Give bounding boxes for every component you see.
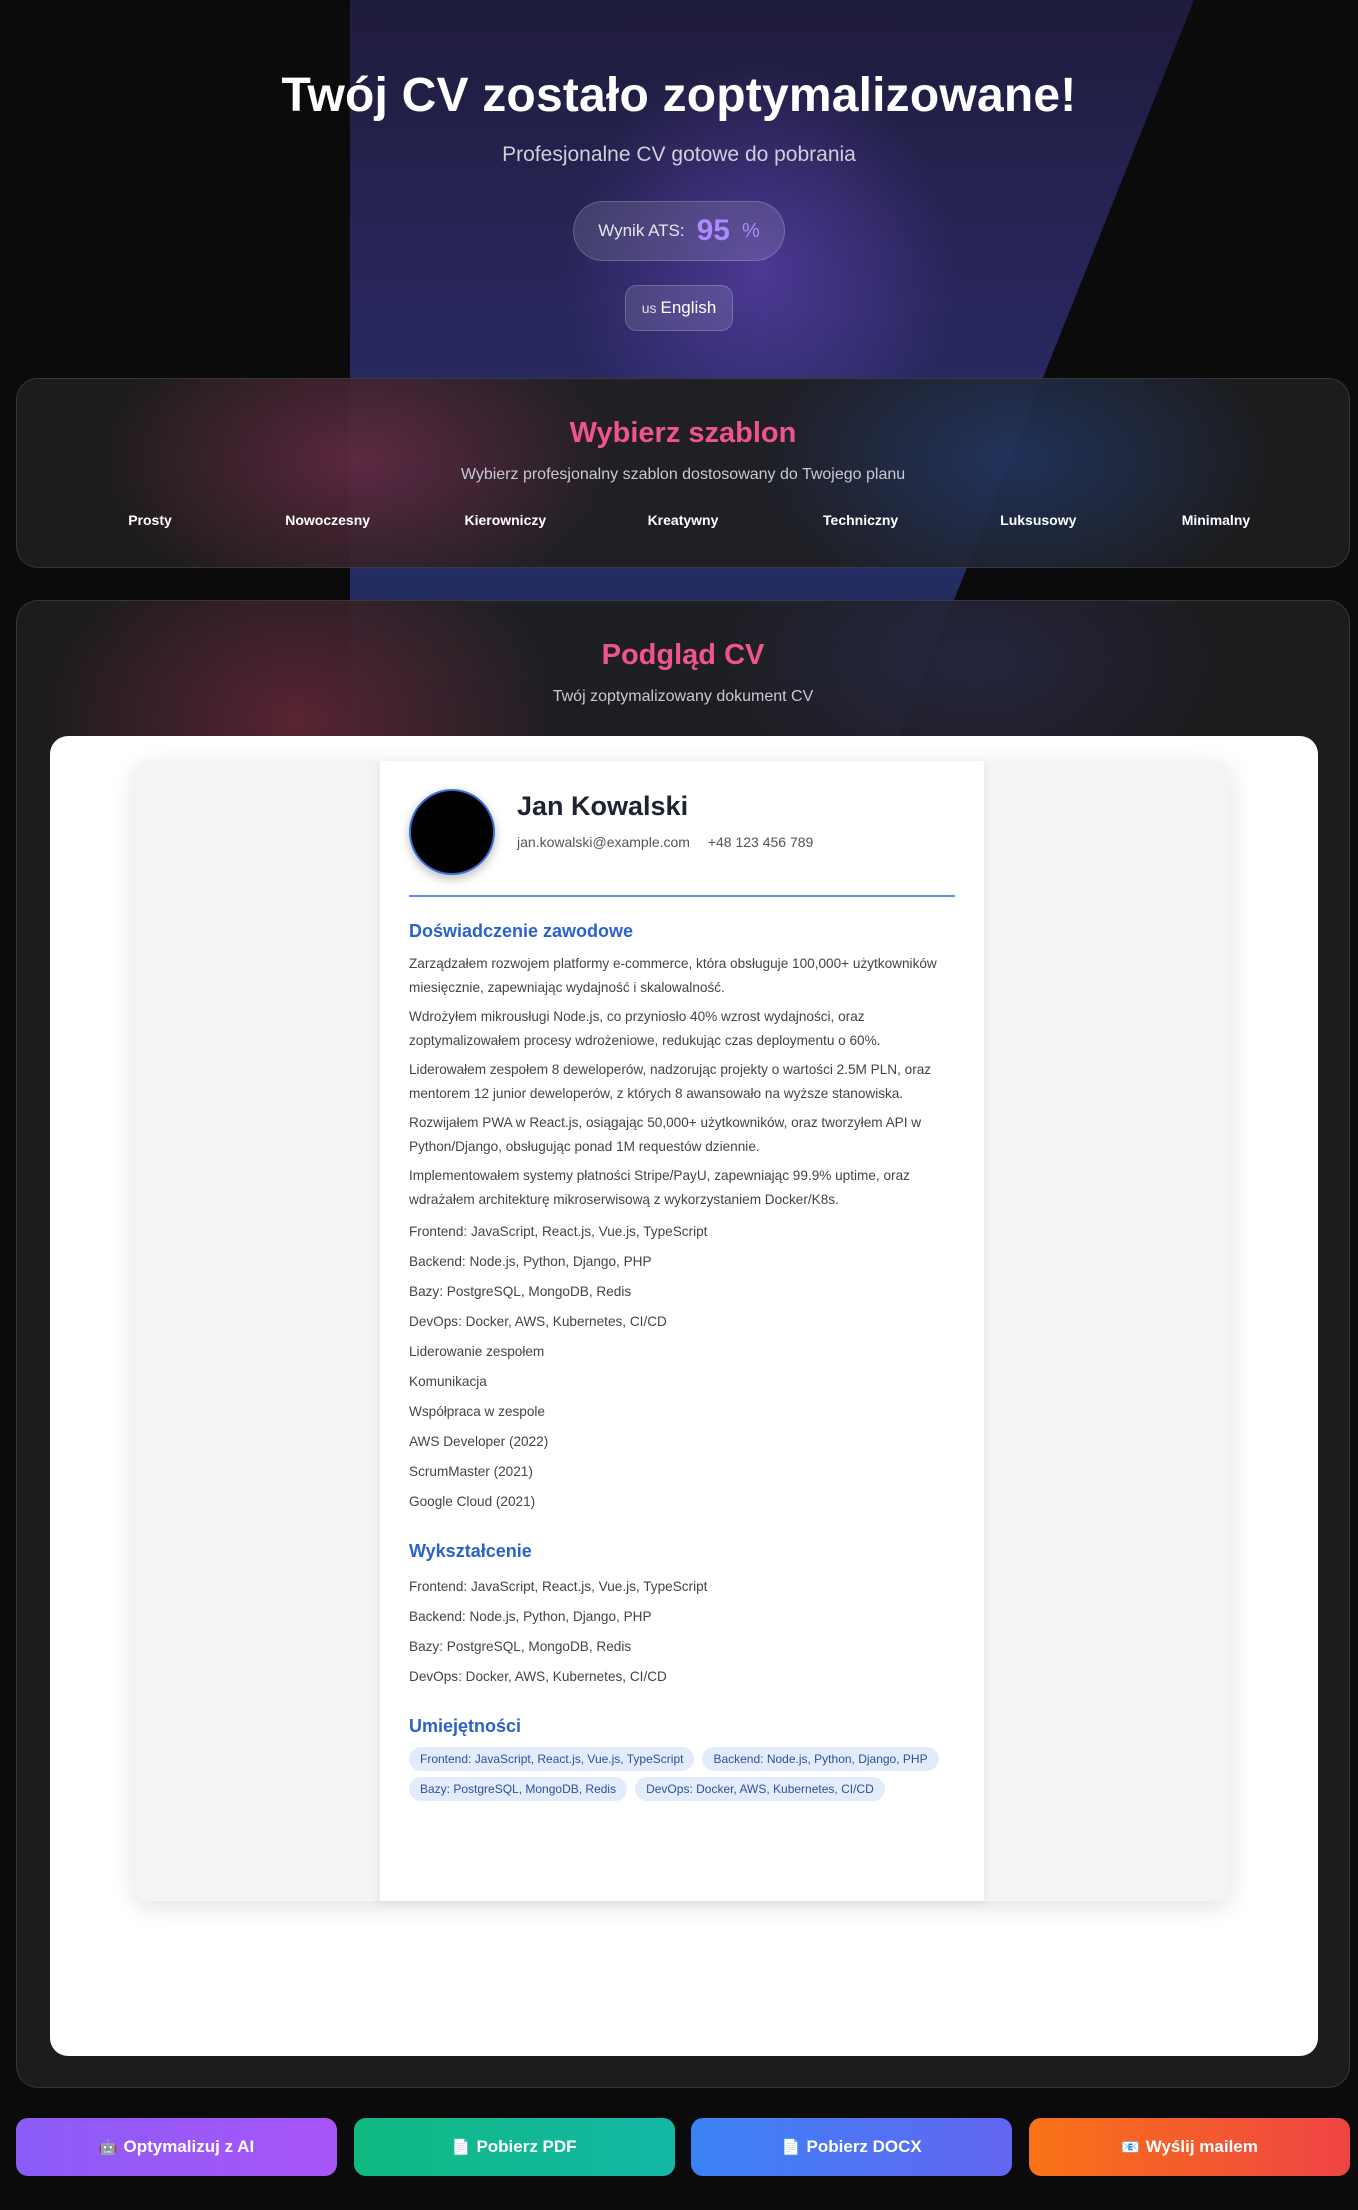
robot-icon: 🤖: [98, 2139, 118, 2156]
document-viewer[interactable]: Jan Kowalski jan.kowalski@example.com +4…: [50, 736, 1318, 2056]
experience-item: Implementowałem systemy płatności Stripe…: [409, 1168, 910, 1207]
experience-line: AWS Developer (2022): [409, 1434, 549, 1449]
template-prosty[interactable]: Prosty: [75, 512, 225, 528]
template-minimalny[interactable]: Minimalny: [1141, 512, 1291, 528]
us-flag-icon: us: [641, 300, 657, 316]
document-icon: 📄: [781, 2139, 801, 2156]
templates-title: Wybierz szablon: [569, 417, 797, 449]
page-title: Twój CV zostało zoptymalizowane!: [281, 69, 1077, 122]
send-email-label: Wyślij mailem: [1145, 2137, 1258, 2156]
experience-line: Liderowanie zespołem: [409, 1344, 545, 1359]
education-line: Bazy: PostgreSQL, MongoDB, Redis: [409, 1639, 632, 1654]
skills-heading: Umiejętności: [409, 1716, 522, 1736]
page-subtitle: Profesjonalne CV gotowe do pobrania: [502, 143, 856, 166]
cv-contact: jan.kowalski@example.com +48 123 456 789: [517, 834, 813, 850]
cv-divider: [409, 895, 955, 897]
template-list: Prosty Nowoczesny Kierowniczy Kreatywny …: [17, 512, 1349, 528]
skill-tag: Frontend: JavaScript, React.js, Vue.js, …: [409, 1747, 695, 1771]
language-button[interactable]: us English: [624, 285, 734, 331]
template-nowoczesny[interactable]: Nowoczesny: [253, 512, 403, 528]
ats-label: Wynik ATS:: [598, 221, 685, 240]
experience-line: Bazy: PostgreSQL, MongoDB, Redis: [409, 1284, 632, 1299]
experience-line: Współpraca w zespole: [409, 1404, 545, 1419]
templates-subtitle: Wybierz profesjonalny szablon dostosowan…: [460, 466, 906, 483]
optimize-ai-label: Optymalizuj z AI: [123, 2137, 255, 2156]
hero: Twój CV zostało zoptymalizowane! Profesj…: [0, 0, 1358, 331]
ats-unit: %: [742, 219, 760, 242]
experience-item: Liderowałem zespołem 8 deweloperów, nadz…: [409, 1062, 932, 1101]
skill-tag: DevOps: Docker, AWS, Kubernetes, CI/CD: [635, 1777, 885, 1801]
ats-score: 95: [696, 214, 730, 247]
skills-tags: Frontend: JavaScript, React.js, Vue.js, …: [409, 1747, 949, 1801]
download-docx-button[interactable]: 📄 Pobierz DOCX: [691, 2118, 1013, 2176]
cv-page: Jan Kowalski jan.kowalski@example.com +4…: [380, 761, 984, 1901]
send-email-button[interactable]: 📧 Wyślij mailem: [1028, 2118, 1350, 2176]
experience-line: Komunikacja: [409, 1374, 487, 1389]
experience-heading: Doświadczenie zawodowe: [409, 921, 634, 941]
cv-preview-card: Podgląd CV Twój zoptymalizowany dokument…: [16, 600, 1350, 2088]
template-kreatywny[interactable]: Kreatywny: [608, 512, 758, 528]
skill-tag: Backend: Node.js, Python, Django, PHP: [702, 1747, 939, 1771]
education-line: Backend: Node.js, Python, Django, PHP: [409, 1609, 652, 1624]
experience-line: Google Cloud (2021): [409, 1494, 536, 1509]
action-bar: 🤖 Optymalizuj z AI 📄 Pobierz PDF 📄 Pobie…: [16, 2118, 1350, 2176]
cv-header: Jan Kowalski jan.kowalski@example.com +4…: [409, 789, 955, 875]
education-heading: Wykształcenie: [409, 1541, 532, 1561]
experience-item: Wdrożyłem mikrousługi Node.js, co przyni…: [409, 1009, 881, 1048]
skill-tag: Bazy: PostgreSQL, MongoDB, Redis: [409, 1777, 628, 1801]
education-line: Frontend: JavaScript, React.js, Vue.js, …: [409, 1579, 708, 1594]
cv-phone: +48 123 456 789: [707, 834, 814, 850]
download-pdf-button[interactable]: 📄 Pobierz PDF: [353, 2118, 675, 2176]
avatar: [409, 789, 495, 875]
experience-line: Frontend: JavaScript, React.js, Vue.js, …: [409, 1224, 708, 1239]
ats-score-badge: Wynik ATS: 95 %: [573, 201, 785, 261]
download-docx-label: Pobierz DOCX: [806, 2137, 922, 2156]
document-icon: 📄: [451, 2139, 471, 2156]
cv-name: Jan Kowalski: [517, 791, 689, 821]
template-kierowniczy[interactable]: Kierowniczy: [430, 512, 580, 528]
experience-line: DevOps: Docker, AWS, Kubernetes, CI/CD: [409, 1314, 667, 1329]
template-techniczny[interactable]: Techniczny: [786, 512, 936, 528]
mail-icon: 📧: [1121, 2139, 1140, 2156]
education-line: DevOps: Docker, AWS, Kubernetes, CI/CD: [409, 1669, 667, 1684]
template-luksusowy[interactable]: Luksusowy: [963, 512, 1113, 528]
preview-title: Podgląd CV: [601, 639, 765, 671]
language-label: English: [660, 298, 717, 317]
preview-subtitle: Twój zoptymalizowany dokument CV: [552, 688, 814, 705]
optimize-ai-button[interactable]: 🤖 Optymalizuj z AI: [16, 2118, 337, 2176]
template-selector-card: Wybierz szablon Wybierz profesjonalny sz…: [16, 378, 1350, 568]
experience-item: Zarządzałem rozwojem platformy e-commerc…: [409, 956, 937, 995]
cv-email: jan.kowalski@example.com: [517, 834, 690, 850]
download-pdf-label: Pobierz PDF: [476, 2137, 577, 2156]
experience-line: Backend: Node.js, Python, Django, PHP: [409, 1254, 652, 1269]
experience-item: Rozwijałem PWA w React.js, osiągając 50,…: [409, 1115, 922, 1154]
experience-line: ScrumMaster (2021): [409, 1464, 533, 1479]
